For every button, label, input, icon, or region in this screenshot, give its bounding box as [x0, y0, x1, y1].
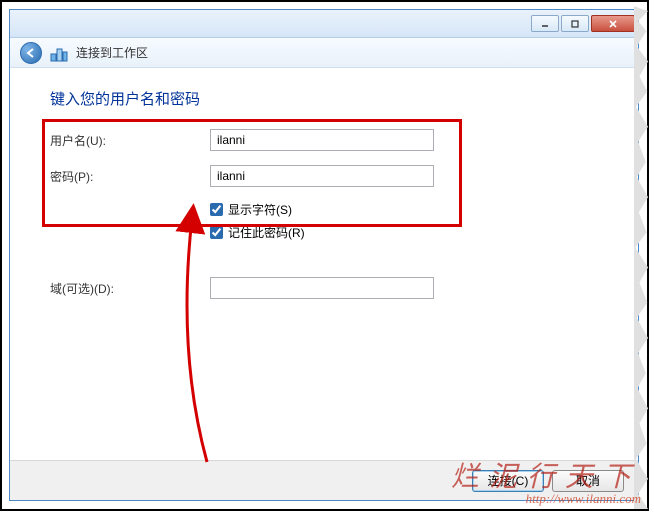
back-button[interactable] — [20, 42, 42, 64]
maximize-button[interactable] — [561, 15, 589, 32]
minimize-icon — [540, 19, 550, 29]
password-label: 密码(P): — [50, 168, 210, 185]
username-input[interactable] — [210, 129, 434, 151]
content-area: 键入您的用户名和密码 用户名(U): 密码(P): 显示字符(S) 记住此密码(… — [10, 70, 638, 458]
show-chars-checkbox[interactable] — [210, 203, 223, 216]
remember-row: 记住此密码(R) — [210, 224, 598, 241]
nav-title: 连接到工作区 — [76, 44, 148, 61]
close-icon — [607, 19, 619, 29]
show-chars-label: 显示字符(S) — [228, 201, 292, 218]
back-arrow-icon — [25, 47, 37, 59]
navbar: 连接到工作区 — [10, 38, 638, 68]
username-label: 用户名(U): — [50, 132, 210, 149]
cancel-button[interactable]: 取消 — [552, 470, 624, 492]
maximize-icon — [570, 19, 580, 29]
close-button[interactable] — [591, 15, 635, 32]
wizard-window: 连接到工作区 键入您的用户名和密码 用户名(U): 密码(P): 显示字符(S)… — [9, 9, 639, 501]
workplace-icon — [50, 44, 68, 62]
domain-input[interactable] — [210, 277, 434, 299]
remember-checkbox[interactable] — [210, 226, 223, 239]
password-input[interactable] — [210, 165, 434, 187]
minimize-button[interactable] — [531, 15, 559, 32]
connect-button[interactable]: 连接(C) — [472, 470, 544, 492]
password-row: 密码(P): — [50, 165, 598, 187]
remember-label: 记住此密码(R) — [228, 224, 305, 241]
page-heading: 键入您的用户名和密码 — [50, 88, 598, 109]
button-bar: 连接(C) 取消 — [10, 460, 638, 500]
titlebar — [10, 10, 638, 38]
domain-row: 域(可选)(D): — [50, 277, 598, 299]
show-chars-row: 显示字符(S) — [210, 201, 598, 218]
domain-label: 域(可选)(D): — [50, 280, 210, 297]
username-row: 用户名(U): — [50, 129, 598, 151]
